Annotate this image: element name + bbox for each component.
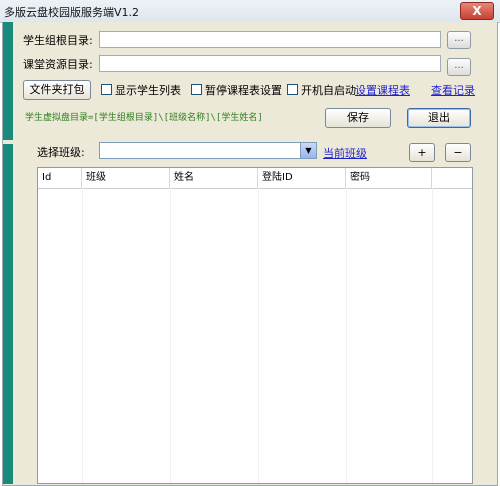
course-res-input[interactable] (99, 55, 441, 72)
column-header-name[interactable]: 姓名 (170, 168, 258, 188)
student-root-label: 学生组根目录: (23, 34, 93, 47)
set-schedule-link[interactable]: 设置课程表 (355, 82, 410, 98)
student-table[interactable]: Id 班级 姓名 登陆ID 密码 (37, 167, 473, 484)
directory-hint: 学生虚拟盘目录=[学生组根目录]\[班级名称]\[学生姓名] (25, 113, 263, 123)
column-header-password[interactable]: 密码 (346, 168, 432, 188)
exit-button[interactable]: 退出 (407, 108, 471, 128)
column-header-id[interactable]: Id (38, 168, 82, 188)
select-class-label: 选择班级: (37, 146, 85, 159)
accent-bar-bottom (3, 144, 13, 484)
column-divider (432, 188, 433, 483)
column-header-class[interactable]: 班级 (82, 168, 170, 188)
window-title: 多版云盘校园版服务端V1.2 (4, 6, 140, 19)
autostart-label: 开机自启动 (301, 84, 356, 97)
autostart-checkbox[interactable] (287, 84, 298, 95)
show-list-label: 显示学生列表 (115, 84, 181, 97)
course-res-browse-button[interactable]: ... (447, 58, 471, 76)
add-class-button[interactable]: + (409, 143, 435, 162)
table-header: Id 班级 姓名 登陆ID 密码 (38, 168, 472, 189)
current-class-link[interactable]: 当前班级 (323, 145, 367, 161)
chevron-down-icon[interactable]: ▼ (300, 143, 316, 158)
remove-class-button[interactable]: − (445, 143, 471, 162)
student-root-browse-button[interactable]: ... (447, 31, 471, 49)
show-list-checkbox[interactable] (101, 84, 112, 95)
pack-folder-button[interactable]: 文件夹打包 (23, 80, 91, 100)
close-button[interactable]: X (460, 2, 494, 20)
column-divider (258, 188, 259, 483)
column-divider (346, 188, 347, 483)
main-window: 学生组根目录: ... 课堂资源目录: ... 文件夹打包 显示学生列表 暂停课… (2, 22, 498, 486)
column-header-login-id[interactable]: 登陆ID (258, 168, 346, 188)
student-root-input[interactable] (99, 31, 441, 48)
title-bar: 多版云盘校园版服务端V1.2 X (0, 0, 500, 23)
pause-schedule-label: 暂停课程表设置 (205, 84, 282, 97)
accent-bar-top (3, 22, 13, 140)
pause-schedule-checkbox[interactable] (191, 84, 202, 95)
column-divider (170, 188, 171, 483)
view-log-link[interactable]: 查看记录 (431, 82, 475, 98)
column-divider (82, 188, 83, 483)
save-button[interactable]: 保存 (325, 108, 391, 128)
class-select[interactable]: ▼ (99, 142, 317, 159)
course-res-label: 课堂资源目录: (23, 58, 93, 71)
